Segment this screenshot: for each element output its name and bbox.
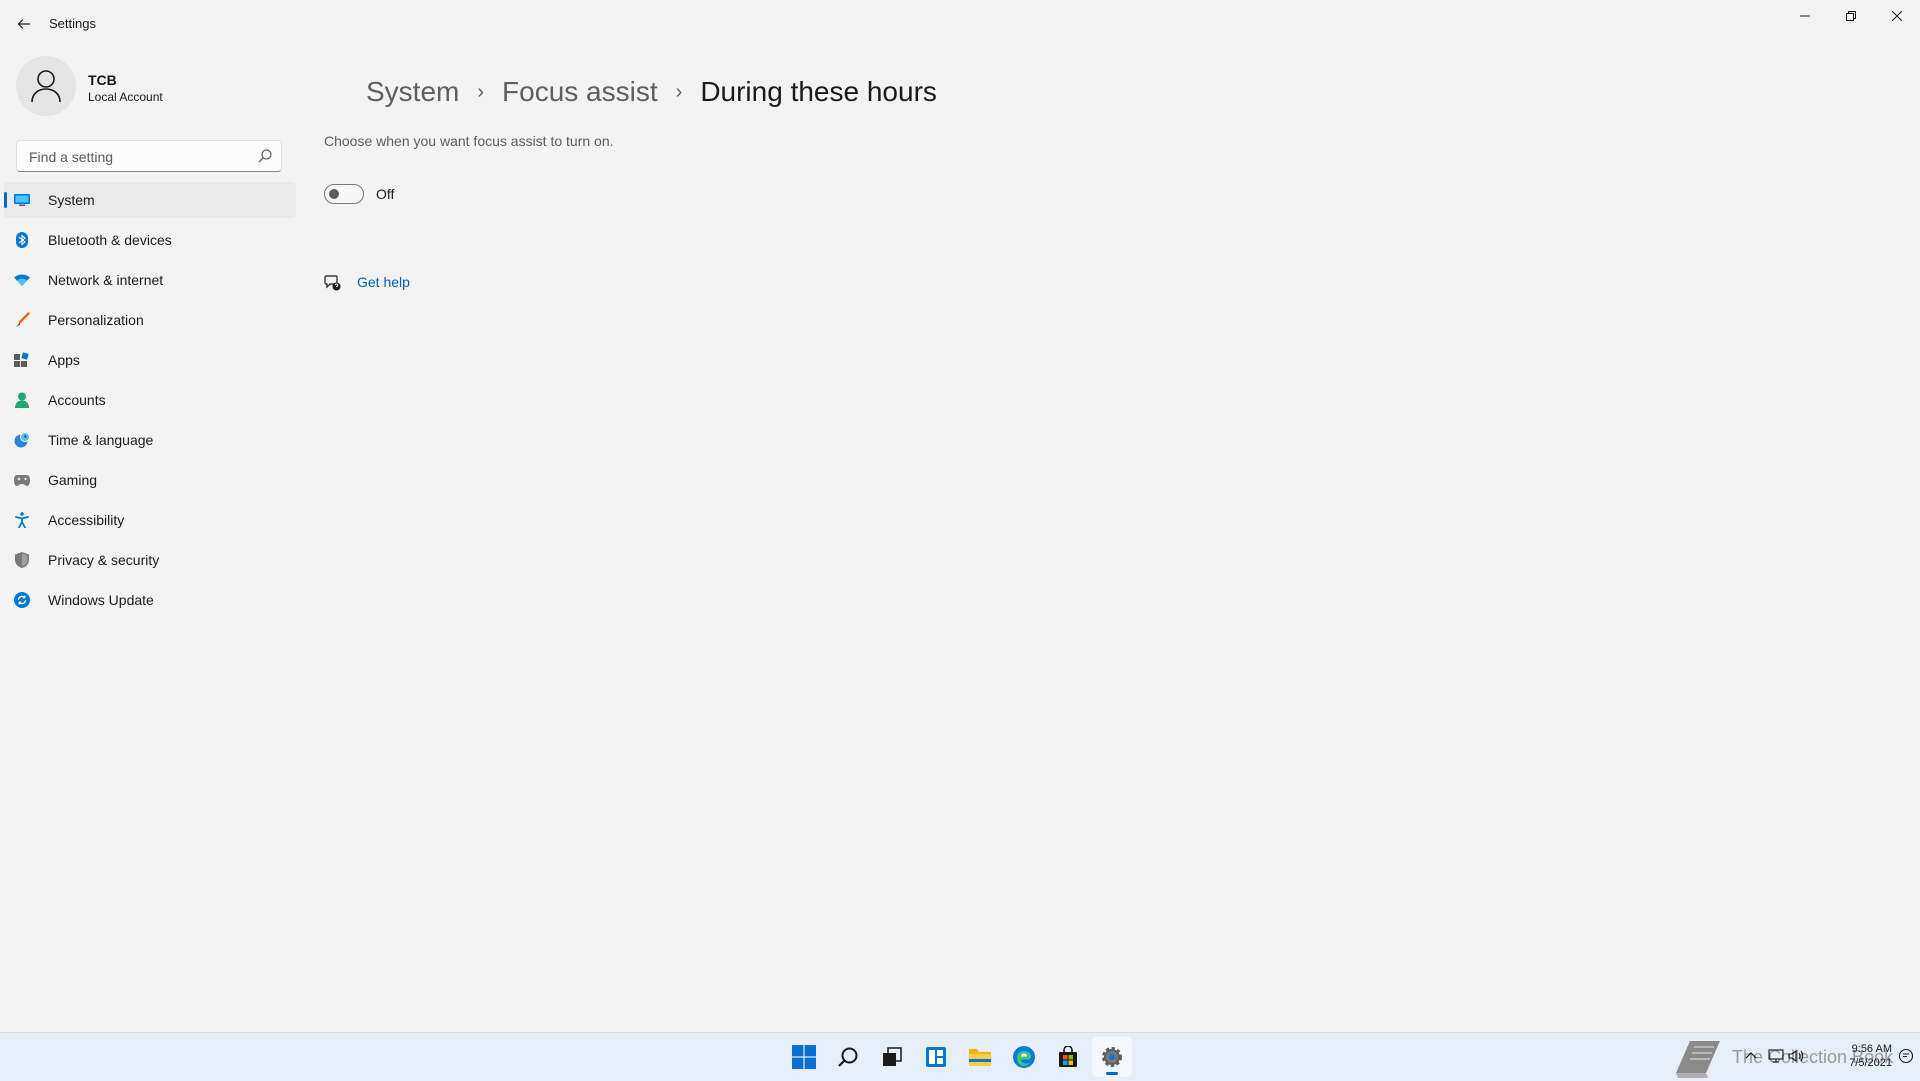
app-title: Settings [49,16,96,31]
search-input[interactable] [27,141,251,173]
minimize-icon [1800,15,1810,17]
sidebar-item-label: Gaming [48,472,98,488]
sidebar-item-label: Accounts [48,392,106,408]
sidebar-item-personalization[interactable]: Personalization [4,302,296,338]
sidebar-item-label: System [48,192,95,208]
sidebar-item-label: Time & language [48,432,154,448]
account-type: Local Account [88,90,163,104]
settings-taskbar-button[interactable] [1092,1037,1132,1077]
chevron-up-icon[interactable] [1744,1049,1758,1063]
sidebar-item-gaming[interactable]: Gaming [4,462,296,498]
store-bag-icon [1059,1046,1077,1067]
clock-time[interactable]: 9:56 AM [1852,1043,1892,1055]
sidebar-item-label: Apps [48,352,80,368]
page-title: During these hours [700,76,937,107]
person-icon [14,392,30,408]
edge-browser-icon [1013,1046,1035,1068]
window-controls [1782,0,1920,32]
folder-icon [969,1049,991,1066]
sidebar-item-privacy[interactable]: Privacy & security [4,542,296,578]
search-icon[interactable] [257,148,273,164]
sidebar-item-label: Accessibility [48,512,125,528]
sidebar-item-label: Personalization [48,312,144,328]
sidebar-item-system[interactable]: System [4,182,296,218]
title-bar: Settings [0,0,1920,48]
book-watermark-icon [1676,1041,1720,1078]
breadcrumb: System › Focus assist › During these hou… [366,76,937,108]
user-profile[interactable]: TCB Local Account [16,56,296,118]
apps-icon [14,352,30,368]
close-icon [1892,11,1902,21]
sidebar-nav: System Bluetooth & devices Network & int… [4,182,296,622]
breadcrumb-item-focus-assist[interactable]: Focus assist [502,76,658,108]
widgets-icon [926,1047,946,1067]
windows-logo-icon [792,1045,816,1069]
accessibility-icon [14,512,30,528]
sidebar-item-label: Bluetooth & devices [48,232,172,248]
shield-icon [14,552,30,568]
file-explorer-button[interactable] [960,1037,1000,1077]
sidebar-item-label: Network & internet [48,272,164,288]
avatar [16,56,76,116]
sidebar-item-time-language[interactable]: Time & language [4,422,296,458]
chevron-right-icon: › [477,80,485,103]
back-arrow-icon [17,19,30,29]
restore-icon [1846,11,1856,21]
sidebar-item-bluetooth[interactable]: Bluetooth & devices [4,222,296,258]
brush-icon [14,312,30,328]
close-button[interactable] [1874,0,1920,32]
sidebar-item-accessibility[interactable]: Accessibility [4,502,296,538]
toggle-state-label: Off [376,186,395,202]
search-icon [838,1047,858,1067]
system-tray: The Collection Book 9:56 AM 7/5/2021 [1660,1033,1920,1081]
back-button[interactable] [10,10,38,38]
start-button[interactable] [784,1037,824,1077]
network-monitor-icon[interactable] [1768,1048,1784,1064]
system-icon [14,192,30,208]
notification-icon[interactable] [1898,1048,1914,1064]
edge-button[interactable] [1004,1037,1044,1077]
sidebar-item-network[interactable]: Network & internet [4,262,296,298]
widgets-button[interactable] [916,1037,956,1077]
search-box [16,140,282,173]
chevron-right-icon: › [675,80,683,103]
bluetooth-icon [14,232,30,248]
minimize-button[interactable] [1782,0,1828,32]
gear-icon [1102,1047,1122,1067]
sidebar-item-apps[interactable]: Apps [4,342,296,378]
sidebar-item-label: Privacy & security [48,552,160,568]
page-description: Choose when you want focus assist to tur… [324,133,614,149]
store-button[interactable] [1048,1037,1088,1077]
toggle-knob [329,189,339,199]
clock-date[interactable]: 7/5/2021 [1849,1057,1892,1069]
get-help-icon [324,275,341,291]
breadcrumb-item-system[interactable]: System [366,76,459,108]
get-help-link[interactable]: Get help [357,274,410,290]
gamepad-icon [14,472,30,488]
sidebar-item-windows-update[interactable]: Windows Update [4,582,296,618]
task-view-button[interactable] [872,1037,912,1077]
focus-hours-toggle[interactable] [324,184,364,204]
sidebar-item-label: Windows Update [48,592,154,608]
update-icon [14,592,30,608]
sidebar-item-accounts[interactable]: Accounts [4,382,296,418]
wifi-icon [14,272,30,288]
user-name: TCB [88,72,117,88]
taskbar-search-button[interactable] [828,1037,868,1077]
task-view-icon [883,1047,902,1066]
user-avatar-icon [31,70,61,103]
volume-icon[interactable] [1788,1048,1804,1064]
taskbar: The Collection Book 9:56 AM 7/5/2021 [0,1032,1920,1081]
globe-clock-icon [14,432,30,448]
restore-button[interactable] [1828,0,1874,32]
taskbar-apps [784,1037,1136,1077]
